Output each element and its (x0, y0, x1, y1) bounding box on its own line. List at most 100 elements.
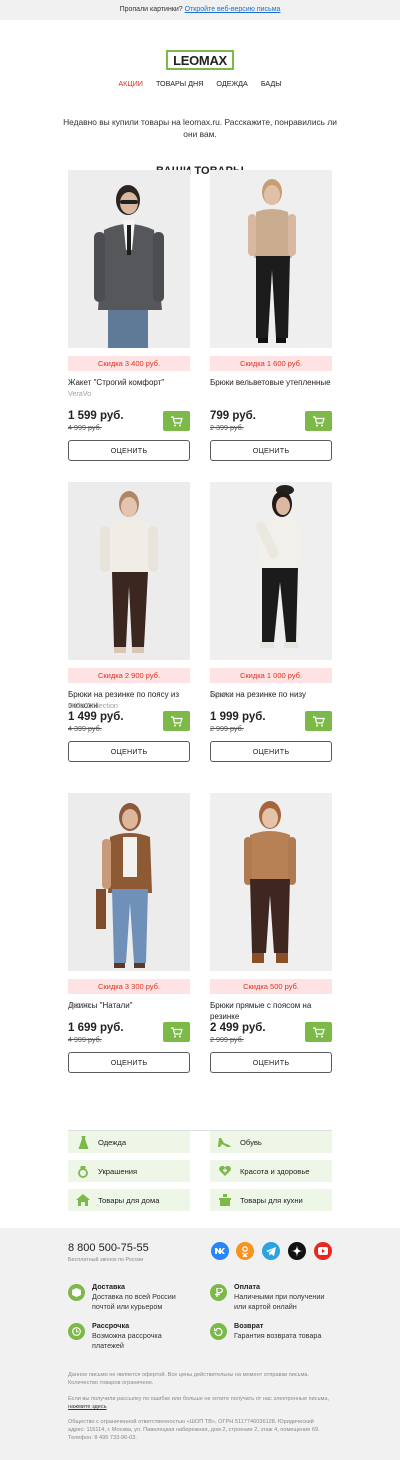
category-clothing[interactable]: Одежда (68, 1131, 190, 1153)
vk-icon[interactable] (211, 1242, 229, 1260)
product-brand: VeraVo (68, 389, 92, 398)
return-icon (210, 1323, 227, 1340)
email-body: LEOMAX АКЦИИ ТОВАРЫ ДНЯ ОДЕЖДА БАДЫ Неда… (0, 20, 400, 1228)
category-beauty-health[interactable]: Красота и здоровье (210, 1160, 332, 1182)
preheader: Пропали картинки? Откройте веб-версию пи… (0, 0, 400, 20)
add-to-cart-button[interactable] (305, 1022, 332, 1042)
ruble-icon (210, 1284, 227, 1301)
product-card: Скидка 3 400 руб. Жакет "Строгий комфорт… (68, 170, 190, 462)
footer: 8 800 500-75-55 Бесплатный звонок по Рос… (0, 1228, 400, 1460)
feature-text: Возможна рассрочка платежей (92, 1331, 162, 1350)
product-brand: ANIKO (68, 1001, 91, 1010)
discount-badge: Скидка 1 600 руб. (210, 356, 332, 371)
category-label: Товары для кухни (240, 1195, 303, 1205)
feature-title: Оплата (234, 1282, 261, 1291)
unsubscribe-link[interactable]: нажмите здесь (68, 1404, 107, 1410)
cart-icon (313, 1026, 325, 1037)
rate-button[interactable]: ОЦЕНИТЬ (68, 741, 190, 762)
feature-title: Возврат (234, 1321, 264, 1330)
clock-icon (68, 1323, 85, 1340)
add-to-cart-button[interactable] (305, 711, 332, 731)
rate-button[interactable]: ОЦЕНИТЬ (68, 1052, 190, 1073)
health-heart-icon (210, 1165, 240, 1177)
product-brand: VeraVo (210, 690, 234, 699)
discount-badge: Скидка 3 300 руб. (68, 979, 190, 994)
product-photo-leather-trousers[interactable] (68, 482, 190, 660)
add-to-cart-button[interactable] (305, 411, 332, 431)
product-card: Скидка 1 600 руб. Брюки вельветовые утеп… (210, 170, 332, 462)
support-phone[interactable]: 8 800 500-75-55 (68, 1242, 149, 1254)
product-photo-jeans[interactable] (68, 793, 190, 971)
product-old-price: 2 999 руб. (210, 724, 244, 733)
product-price: 799 руб. (210, 410, 256, 422)
preheader-text: Пропали картинки? (119, 6, 183, 13)
add-to-cart-button[interactable] (163, 1022, 190, 1042)
rate-button[interactable]: ОЦЕНИТЬ (210, 440, 332, 461)
discount-badge: Скидка 2 900 руб. (68, 668, 190, 683)
rate-button[interactable]: ОЦЕНИТЬ (210, 1052, 332, 1073)
category-label: Товары для дома (98, 1195, 160, 1205)
add-to-cart-button[interactable] (163, 411, 190, 431)
product-card: Скидка 3 300 руб. Джинсы "Натали" ANIKO … (68, 793, 190, 1085)
leomax-logo[interactable]: LEOMAX (166, 50, 234, 70)
product-price: 2 499 руб. (210, 1022, 266, 1034)
cart-icon (171, 415, 183, 426)
category-home[interactable]: Товары для дома (68, 1189, 190, 1211)
product-old-price: 2 999 руб. (210, 1035, 244, 1044)
kitchen-icon (210, 1194, 240, 1206)
category-label: Украшения (98, 1166, 138, 1176)
section-title: ВАШИ ТОВАРЫ (155, 165, 244, 177)
unsubscribe-text: Если вы получили рассылку по ошибке или … (68, 1395, 332, 1411)
category-label: Обувь (240, 1137, 262, 1147)
product-photo-black-trousers[interactable] (210, 170, 332, 348)
rate-button[interactable]: ОЦЕНИТЬ (210, 741, 332, 762)
category-kitchen[interactable]: Товары для кухни (210, 1189, 332, 1211)
discount-badge: Скидка 500 руб. (210, 979, 332, 994)
box-icon (68, 1284, 85, 1301)
zen-icon[interactable] (288, 1242, 306, 1260)
feature-title: Рассрочка (92, 1321, 130, 1330)
dress-icon (68, 1135, 98, 1149)
disclaimer-text: Данное письмо не является офертой. Все ц… (68, 1372, 310, 1386)
product-old-price: 4 399 руб. (68, 724, 102, 733)
feature-text: Доставка по всей России почтой или курье… (92, 1292, 176, 1311)
cart-icon (313, 415, 325, 426)
category-label: Красота и здоровье (240, 1166, 310, 1176)
product-price: 1 999 руб. (210, 711, 266, 723)
product-photo-black-joggers[interactable] (210, 482, 332, 660)
cart-icon (171, 715, 183, 726)
nav-item-sale[interactable]: АКЦИИ (118, 79, 143, 88)
house-icon (68, 1194, 98, 1206)
category-jewelry[interactable]: Украшения (68, 1160, 190, 1182)
product-old-price: 4 999 руб. (68, 423, 102, 432)
support-phone-note: Бесплатный звонок по России (68, 1257, 144, 1263)
nav-item-deals[interactable]: ТОВАРЫ ДНЯ (156, 79, 203, 88)
nav-item-clothing[interactable]: ОДЕЖДА (216, 79, 247, 88)
product-old-price: 2 399 руб. (210, 423, 244, 432)
cart-icon (313, 715, 325, 726)
product-price: 1 599 руб. (68, 410, 124, 422)
company-info: Общество с ограниченной ответственностью… (68, 1419, 320, 1441)
category-shoes[interactable]: Обувь (210, 1131, 332, 1153)
product-photo-grey-blazer[interactable] (68, 170, 190, 348)
nav-item-supplements[interactable]: БАДЫ (261, 79, 282, 88)
email-page: Пропали картинки? Откройте веб-версию пи… (0, 0, 400, 1460)
product-price: 1 499 руб. (68, 711, 124, 723)
product-old-price: 4 999 руб. (68, 1035, 102, 1044)
add-to-cart-button[interactable] (163, 711, 190, 731)
product-name[interactable]: Брюки вельветовые утепленные (210, 377, 332, 405)
telegram-icon[interactable] (262, 1242, 280, 1260)
product-card: Скидка 2 900 руб. Брюки на резинке по по… (68, 482, 190, 774)
web-version-link[interactable]: Откройте веб-версию письма (185, 6, 281, 13)
cart-icon (171, 1026, 183, 1037)
odnoklassniki-icon[interactable] (236, 1242, 254, 1260)
youtube-icon[interactable] (314, 1242, 332, 1260)
feature-text: Наличными при получении или картой онлай… (234, 1292, 325, 1311)
discount-badge: Скидка 3 400 руб. (68, 356, 190, 371)
product-price: 1 699 руб. (68, 1022, 124, 1034)
rate-button[interactable]: ОЦЕНИТЬ (68, 440, 190, 461)
unsubscribe-label: Если вы получили рассылку по ошибке или … (68, 1396, 329, 1402)
intro-text: Недавно вы купили товары на leomax.ru. Р… (63, 117, 337, 140)
product-photo-brown-trousers[interactable] (210, 793, 332, 971)
discount-badge: Скидка 1 000 руб. (210, 668, 332, 683)
